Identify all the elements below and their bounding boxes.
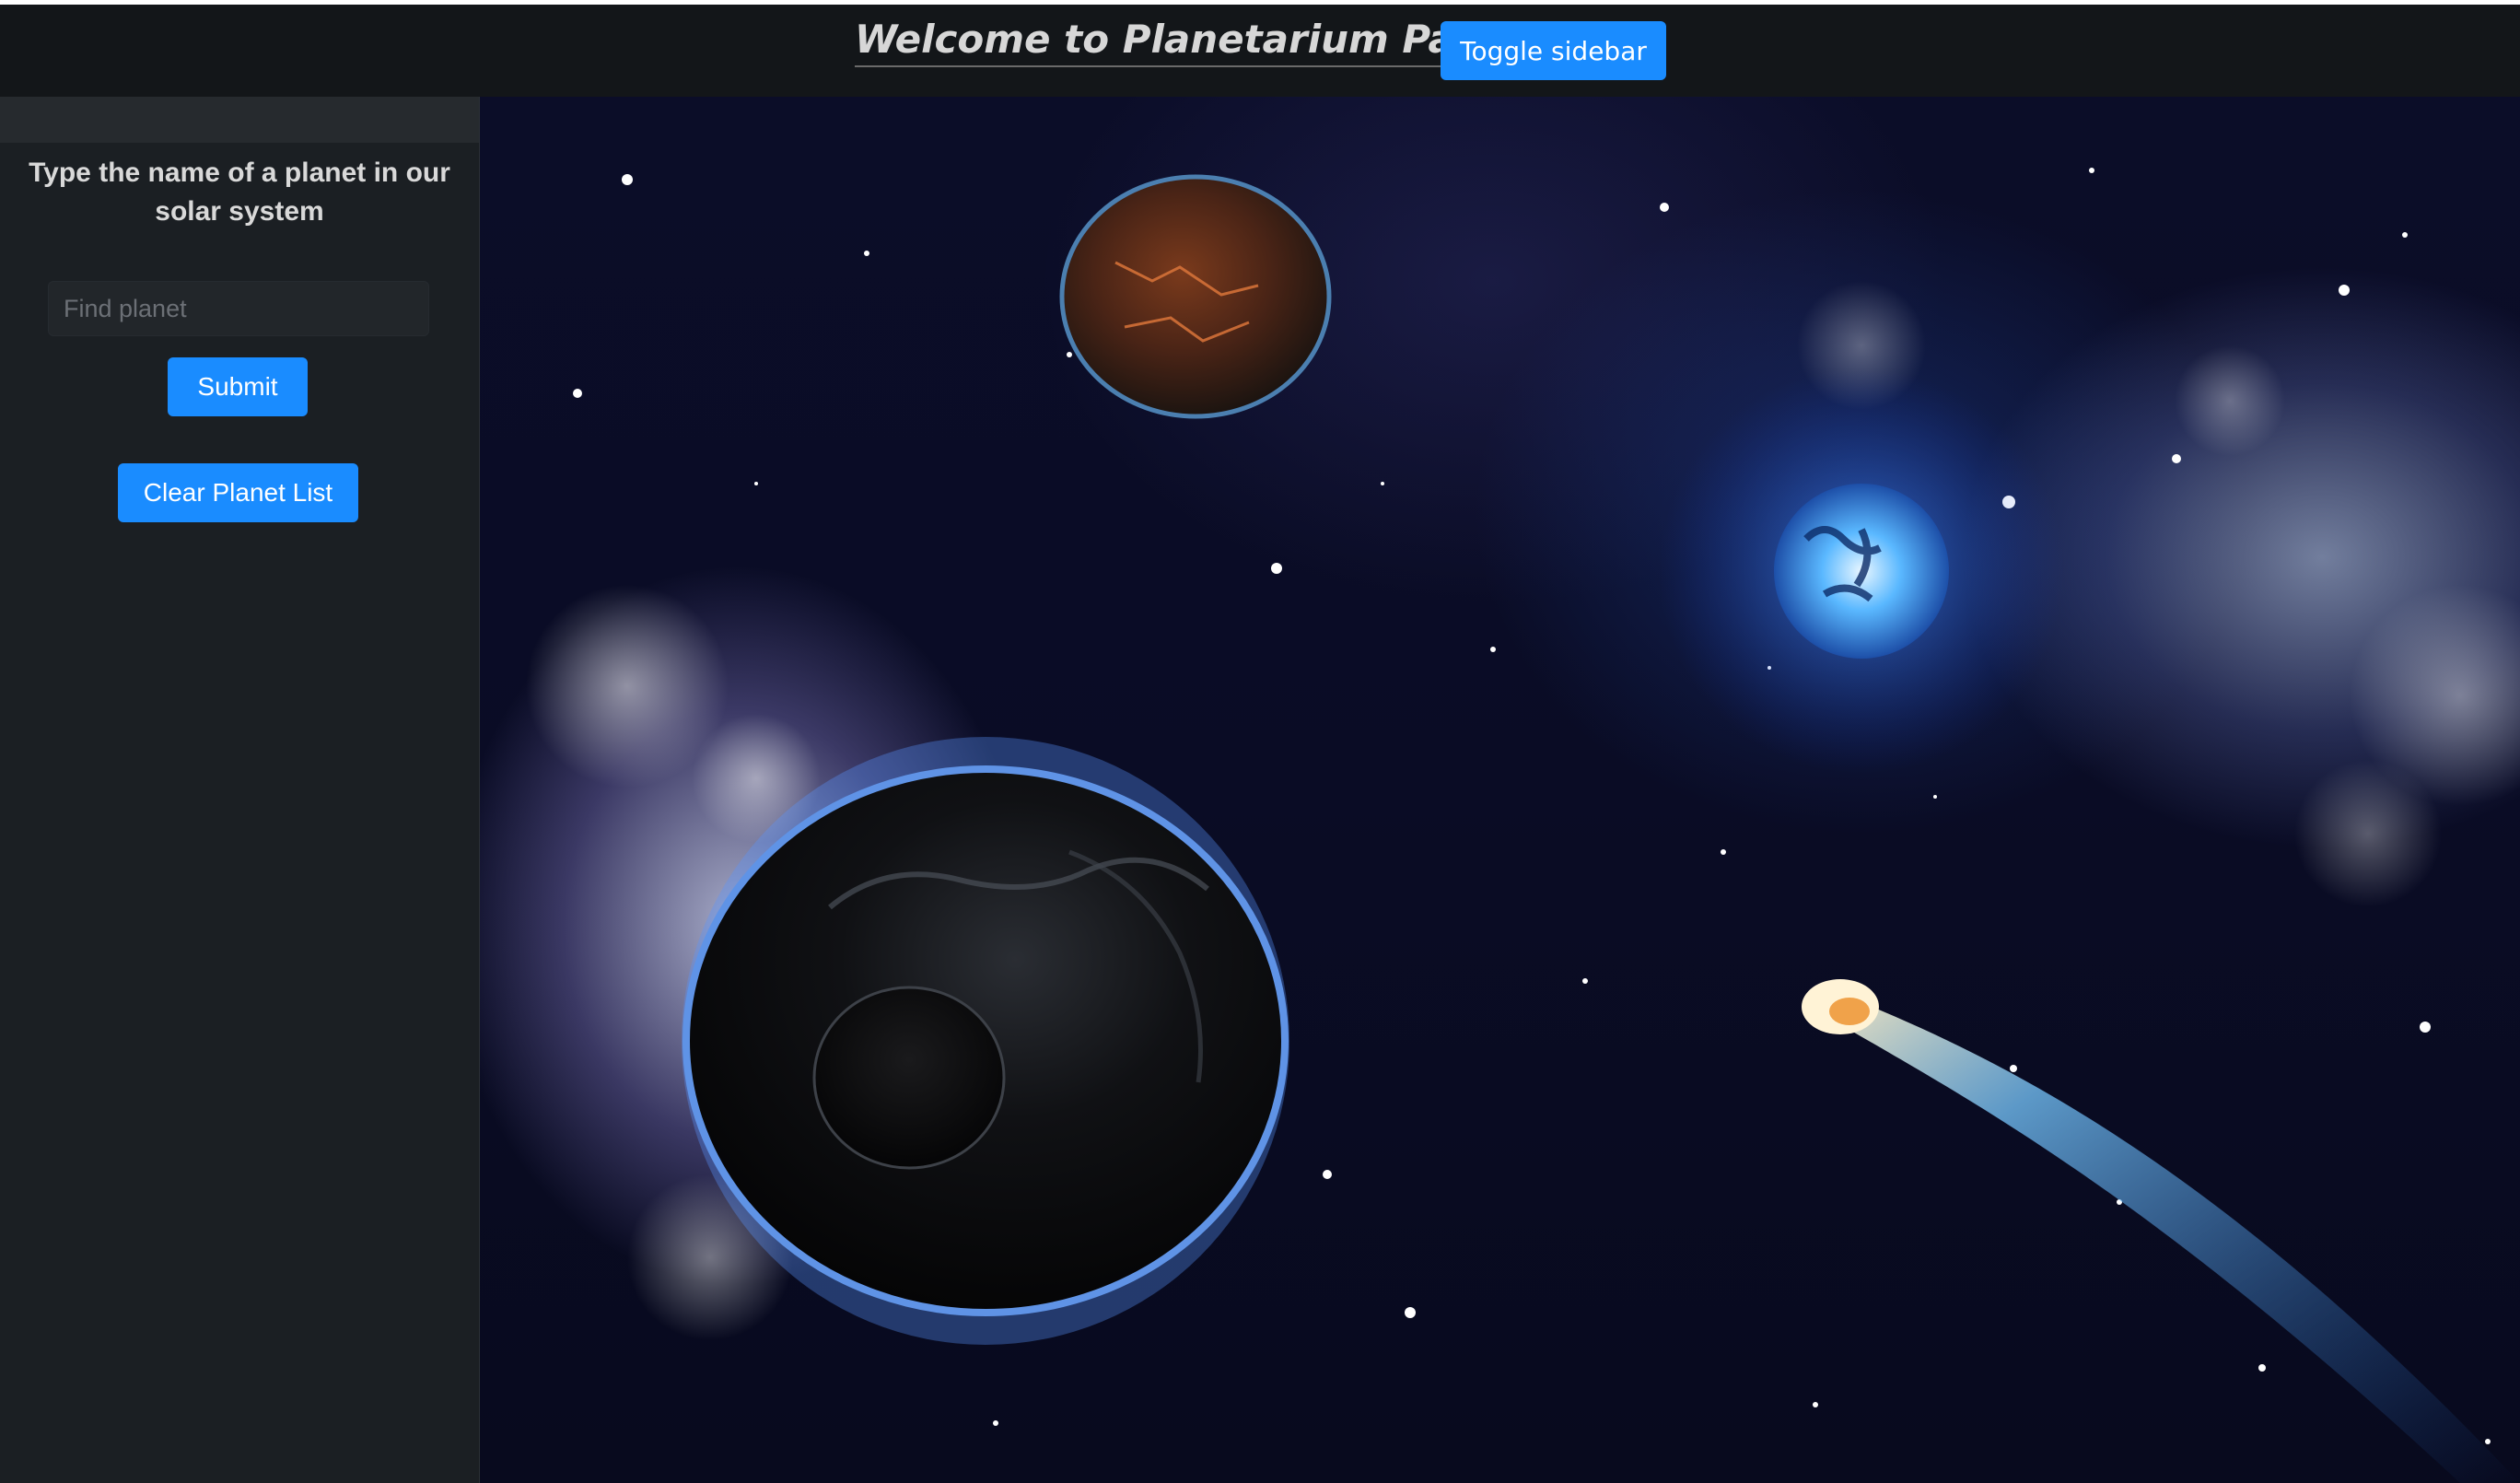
submit-button[interactable]: Submit: [168, 357, 308, 416]
moon: [812, 986, 1006, 1170]
page-title: Welcome to Planetarium Party: [855, 16, 1518, 67]
toggle-sidebar-button[interactable]: Toggle sidebar: [1441, 21, 1666, 80]
clear-planet-list-button[interactable]: Clear Planet List: [118, 463, 358, 522]
comet-tail: [1829, 995, 2520, 1483]
app-root: Welcome to Planetarium Party Toggle side…: [0, 5, 2520, 1483]
find-planet-input[interactable]: [48, 281, 429, 336]
space-scene: [526, 168, 2520, 1483]
sidebar-heading: Type the name of a planet in our solar s…: [29, 158, 450, 227]
header-bar: Welcome to Planetarium Party Toggle side…: [0, 5, 2520, 97]
sidebar: Type the name of a planet in our solar s…: [0, 97, 481, 1483]
sidebar-top-strip: [0, 97, 479, 143]
red-planet: [1059, 174, 1332, 419]
space-background-image: [480, 97, 2520, 1483]
